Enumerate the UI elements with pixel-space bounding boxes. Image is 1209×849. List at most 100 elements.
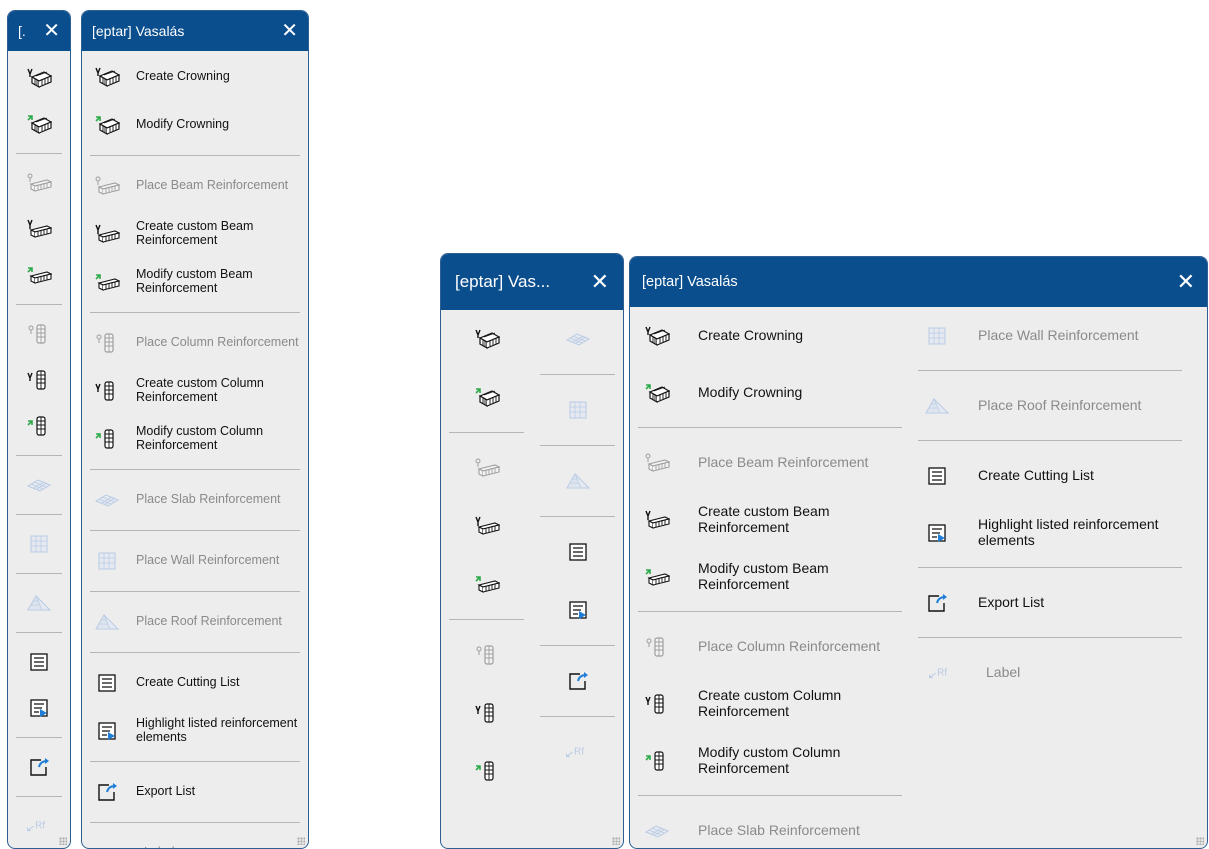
modify-custom-beam-button[interactable]: Modify custom Beam Reinforcement: [630, 548, 910, 605]
separator: [90, 155, 300, 156]
place-slab-button[interactable]: Place Slab Reinforcement: [630, 802, 910, 848]
place-slab-button[interactable]: [532, 310, 623, 368]
export-list-button[interactable]: Export List: [82, 768, 308, 816]
modify-custom-column-button[interactable]: Modify custom Column Reinforcement: [630, 732, 910, 789]
create-beam-icon: [26, 216, 52, 242]
modify-custom-beam-button[interactable]: [8, 252, 70, 298]
close-icon[interactable]: ✕: [281, 21, 298, 41]
resize-grip[interactable]: [612, 837, 620, 845]
place-roof-button[interactable]: [532, 452, 623, 510]
label-button[interactable]: Rf: [532, 723, 623, 781]
modify-crowning-button[interactable]: [441, 368, 532, 426]
create-cutting-list-button[interactable]: Create Cutting List: [910, 447, 1190, 504]
svg-text:Rf: Rf: [574, 746, 584, 757]
panel-titlebar[interactable]: [eptar] Vasalás ✕: [82, 11, 308, 51]
modify-crowning-button[interactable]: [8, 101, 70, 147]
create-cutting-list-button[interactable]: [532, 523, 623, 581]
panel-titlebar[interactable]: [eptar] Vasalás ✕: [630, 257, 1207, 307]
place-wall-button[interactable]: Place Wall Reinforcement: [910, 307, 1190, 364]
button-label: Place Slab Reinforcement: [698, 821, 860, 838]
create-custom-column-button[interactable]: Create custom Column Reinforcement: [630, 675, 910, 732]
modify-custom-beam-button[interactable]: [441, 555, 532, 613]
create-beam-icon: [94, 221, 120, 247]
create-custom-beam-button[interactable]: Create custom Beam Reinforcement: [630, 491, 910, 548]
create-crowning-button[interactable]: Create Crowning: [630, 307, 910, 364]
place-column-button[interactable]: [8, 311, 70, 357]
modify-custom-column-button[interactable]: Modify custom Column Reinforcement: [82, 415, 308, 463]
panel-list-small: [eptar] Vasalás ✕ Create Crowning Modify…: [81, 10, 309, 849]
place-beam-button[interactable]: Place Beam Reinforcement: [82, 162, 308, 210]
place-roof-button[interactable]: [8, 580, 70, 626]
create-crowning-button[interactable]: [441, 310, 532, 368]
resize-grip[interactable]: [59, 837, 67, 845]
place-beam-button[interactable]: Place Beam Reinforcement: [630, 434, 910, 491]
place-roof-button[interactable]: Place Roof Reinforcement: [910, 377, 1190, 434]
create-custom-beam-button[interactable]: [441, 497, 532, 555]
panel-titlebar[interactable]: [eptar] Vas... ✕: [441, 254, 623, 310]
place-wall-button[interactable]: Place Wall Reinforcement: [82, 537, 308, 585]
slab-icon: [644, 818, 670, 844]
resize-grip[interactable]: [1196, 837, 1204, 845]
panel-titlebar[interactable]: [. ✕: [8, 11, 70, 51]
close-icon[interactable]: ✕: [43, 21, 60, 41]
label-button[interactable]: RfLabel: [910, 644, 1190, 701]
modify-custom-column-button[interactable]: [8, 403, 70, 449]
place-wall-button[interactable]: [8, 521, 70, 567]
create-custom-beam-button[interactable]: [8, 206, 70, 252]
highlight-listed-button[interactable]: [532, 581, 623, 639]
create-custom-column-button[interactable]: [8, 357, 70, 403]
button-label: Create Cutting List: [136, 675, 240, 690]
create-custom-column-button[interactable]: [441, 684, 532, 742]
create-cutting-list-button[interactable]: [8, 639, 70, 685]
modify-column-icon: [26, 413, 52, 439]
create-cutting-list-button[interactable]: Create Cutting List: [82, 659, 308, 707]
export-list-button[interactable]: Export List: [910, 574, 1190, 631]
separator: [540, 645, 615, 646]
export-list-button[interactable]: [532, 652, 623, 710]
separator: [540, 516, 615, 517]
place-slab-button[interactable]: Place Slab Reinforcement: [82, 476, 308, 524]
create-column-icon: [474, 700, 500, 726]
panel-title: [.: [18, 23, 26, 39]
place-wall-button[interactable]: [532, 381, 623, 439]
separator: [90, 469, 300, 470]
highlight-listed-button[interactable]: [8, 685, 70, 731]
button-label: Place Wall Reinforcement: [978, 326, 1139, 343]
close-icon[interactable]: ✕: [1177, 271, 1195, 293]
create-crowning-icon: [94, 64, 120, 90]
create-crowning-icon: [474, 326, 500, 352]
create-custom-column-button[interactable]: Create custom Column Reinforcement: [82, 367, 308, 415]
panel-icons-narrow: [. ✕ Rf: [7, 10, 71, 849]
modify-crowning-icon: [94, 112, 120, 138]
roof-icon: [26, 590, 52, 616]
button-label: Place Beam Reinforcement: [698, 453, 869, 470]
place-column-button[interactable]: Place Column Reinforcement: [630, 618, 910, 675]
create-custom-beam-button[interactable]: Create custom Beam Reinforcement: [82, 210, 308, 258]
place-column-button[interactable]: [441, 626, 532, 684]
button-label: Label: [986, 663, 1021, 680]
wall-icon: [94, 548, 120, 574]
resize-grip[interactable]: [297, 837, 305, 845]
separator: [90, 591, 300, 592]
place-roof-button[interactable]: Place Roof Reinforcement: [82, 598, 308, 646]
cutting-list-icon: [565, 539, 591, 565]
export-list-button[interactable]: [8, 744, 70, 790]
modify-custom-beam-button[interactable]: Modify custom Beam Reinforcement: [82, 258, 308, 306]
separator: [16, 573, 62, 574]
close-icon[interactable]: ✕: [591, 271, 609, 293]
place-beam-button[interactable]: [8, 160, 70, 206]
create-crowning-button[interactable]: [8, 55, 70, 101]
highlight-listed-button[interactable]: Highlight listed reinforcement elements: [910, 504, 1190, 561]
place-slab-button[interactable]: [8, 462, 70, 508]
modify-crowning-button[interactable]: Modify Crowning: [82, 101, 308, 149]
modify-crowning-button[interactable]: Modify Crowning: [630, 364, 910, 421]
create-crowning-button[interactable]: Create Crowning: [82, 53, 308, 101]
button-label: Export List: [978, 593, 1045, 610]
place-beam-button[interactable]: [441, 439, 532, 497]
place-column-button[interactable]: Place Column Reinforcement: [82, 319, 308, 367]
highlight-listed-button[interactable]: Highlight listed reinforcement elements: [82, 707, 308, 755]
label-button[interactable]: RfLabel: [82, 829, 308, 848]
separator: [90, 822, 300, 823]
icon-column: Rf: [8, 51, 70, 848]
modify-custom-column-button[interactable]: [441, 742, 532, 800]
